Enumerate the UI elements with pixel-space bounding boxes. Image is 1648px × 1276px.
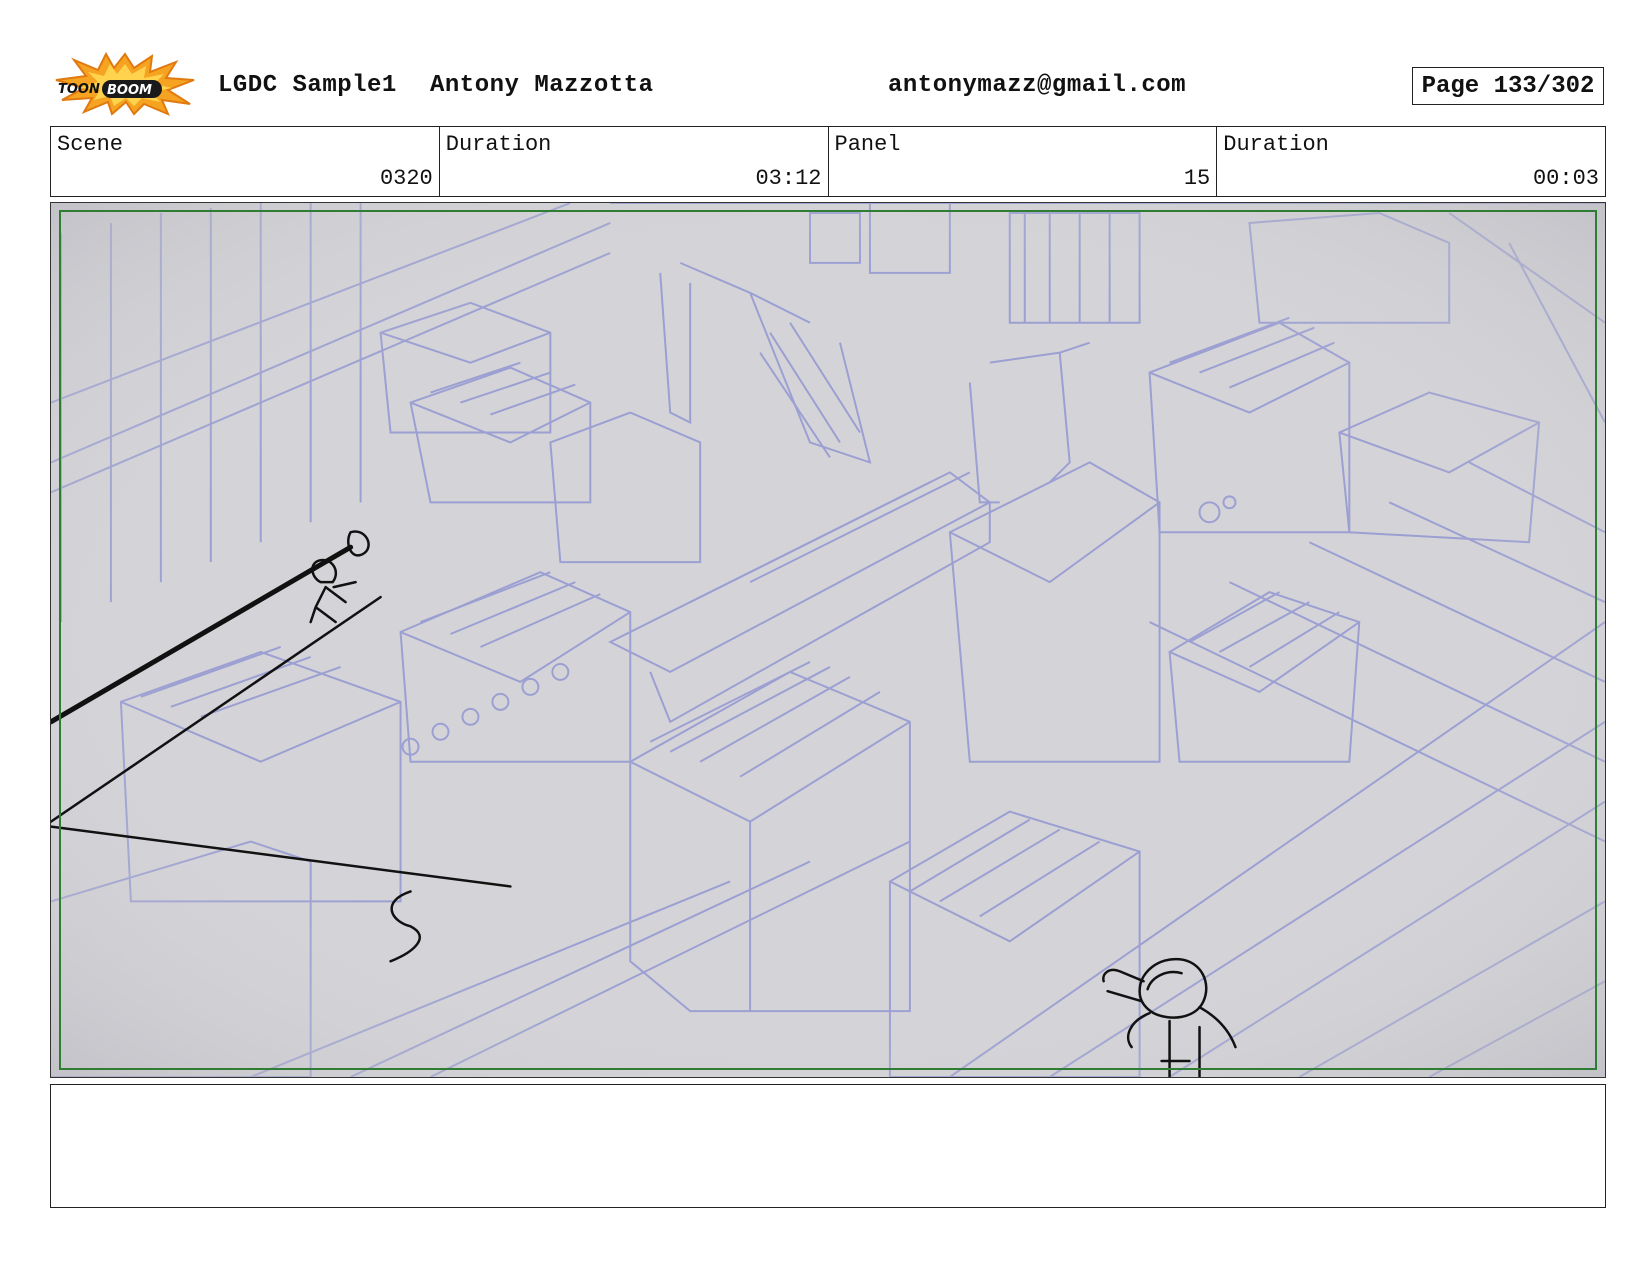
scene-info-table: Scene 0320 Duration 03:12 Panel 15 Durat… [50,126,1606,197]
author-name: Antony Mazzotta [430,72,654,99]
panel-duration-cell: Duration 00:03 [1217,127,1605,196]
dialogue-notes [50,1084,1606,1208]
panel-value: 15 [1183,166,1211,191]
toon-boom-logo: TOON BOOM [55,52,195,116]
scene-cell: Scene 0320 [51,127,440,196]
panel-duration-value: 00:03 [1532,166,1599,191]
svg-text:BOOM: BOOM [107,83,152,98]
scene-duration-cell: Duration 03:12 [440,127,829,196]
storyboard-panel [50,202,1606,1078]
panel-label: Panel [834,132,901,157]
scene-duration-value: 03:12 [755,166,822,191]
svg-text:TOON: TOON [58,82,100,97]
panel-cell: Panel 15 [829,127,1218,196]
scene-value: 0320 [379,166,433,191]
page-number: Page 133/302 [1412,67,1604,105]
panel-artwork [51,203,1605,1077]
scene-label: Scene [57,132,124,157]
panel-duration-label: Duration [1223,132,1329,157]
project-title: LGDC Sample1 [218,72,397,99]
scene-duration-label: Duration [445,132,552,157]
author-email: antonymazz@gmail.com [888,72,1187,99]
